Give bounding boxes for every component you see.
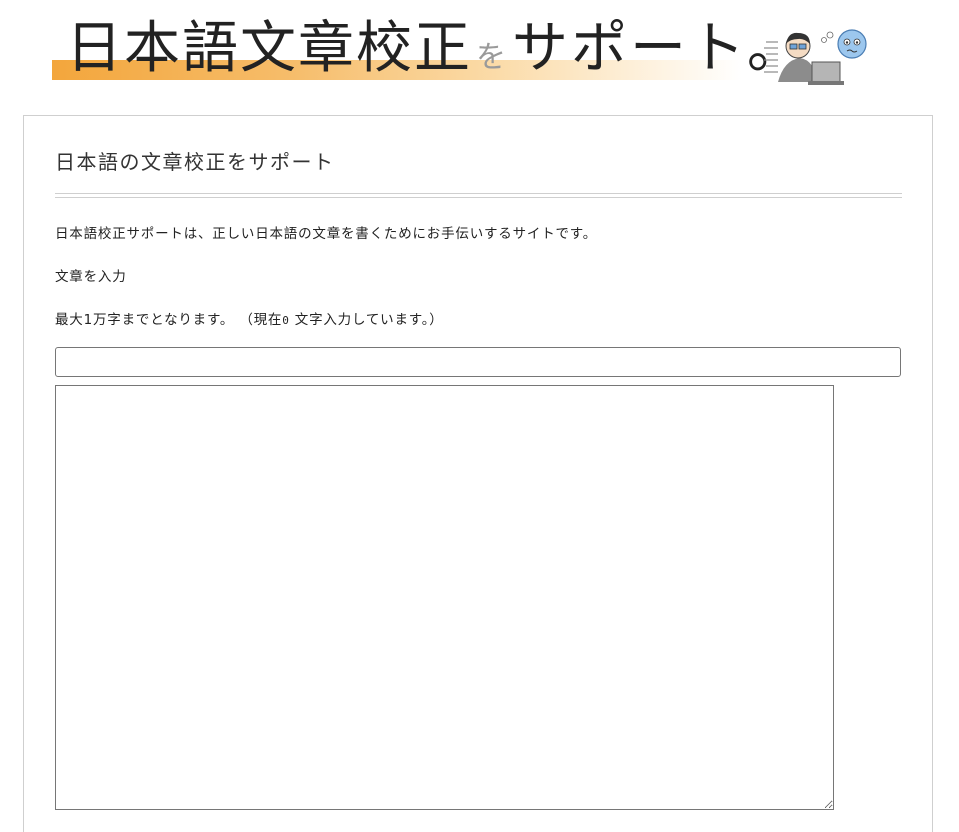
page-title: 日本語の文章校正をサポート bbox=[55, 150, 335, 174]
banner-logo-text: 日本語文章校正 をサポート。 bbox=[66, 16, 806, 91]
character-counter: 0 bbox=[282, 314, 290, 327]
banner-title-rest: サポート。 bbox=[512, 16, 806, 81]
banner-title-main: 日本語文章校正 bbox=[66, 16, 472, 81]
intro-text: 日本語校正サポートは、正しい日本語の文章を書くためにお手伝いするサイトです。 bbox=[55, 226, 598, 242]
mascot-illustration bbox=[764, 29, 867, 85]
title-divider bbox=[55, 193, 902, 198]
banner-title-particle: を bbox=[476, 40, 508, 75]
character-limit-text: 最大1万字までとなります。 （現在0 文字入力しています。） bbox=[55, 308, 444, 328]
limit-text-after: 文字入力しています。） bbox=[294, 312, 444, 328]
content-card: 日本語の文章校正をサポート 日本語校正サポートは、正しい日本語の文章を書くために… bbox=[23, 115, 933, 832]
text-input[interactable] bbox=[55, 347, 901, 377]
input-label: 文章を入力 bbox=[55, 269, 127, 285]
page: 日本語文章校正 をサポート。 日本語の文章校正をサポート 日本語校正サポートは、… bbox=[0, 0, 959, 832]
text-entry-area[interactable] bbox=[55, 385, 834, 810]
limit-text-before: 最大1万字までとなります。 （現在 bbox=[55, 312, 283, 328]
site-banner[interactable]: 日本語文章校正 をサポート。 bbox=[0, 0, 959, 100]
